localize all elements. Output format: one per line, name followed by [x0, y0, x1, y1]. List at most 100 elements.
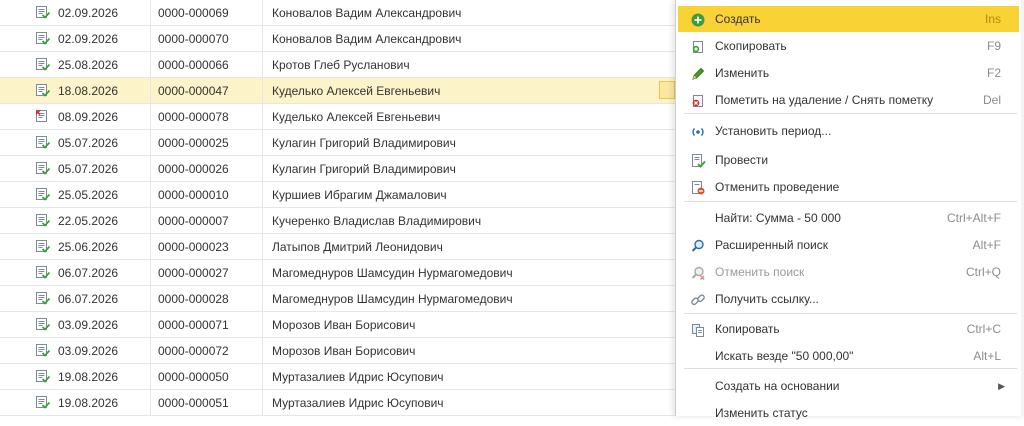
- table-row[interactable]: 06.07.2026 0000-000028 Магомеднуров Шамсуд…: [0, 286, 680, 312]
- documents-table: 02.09.2026 0000-000069 Коновалов Вадим Але…: [0, 0, 680, 416]
- menu-item[interactable]: Скопировать F9: [678, 33, 1019, 59]
- menu-item-shortcut: F2: [986, 66, 1001, 80]
- posted-document-icon: [36, 188, 51, 201]
- menu-item[interactable]: Провести: [678, 147, 1019, 173]
- table-row[interactable]: 03.09.2026 0000-000072 Морозов Иван Борисо…: [0, 338, 680, 364]
- menu-item-shortcut: Ctrl+Q: [965, 265, 1001, 279]
- menu-item[interactable]: Создать Ins: [678, 6, 1019, 32]
- column-divider: [150, 130, 151, 155]
- date-cell: 19.08.2026: [58, 396, 119, 410]
- menu-item-label: Скопировать: [715, 39, 787, 53]
- menu-item[interactable]: Искать везде "50 000,00" Alt+L: [678, 343, 1019, 369]
- table-row[interactable]: 05.07.2026 0000-000025 Кулагин Григорий Вл…: [0, 130, 680, 156]
- table-row[interactable]: 22.05.2026 0000-000007 Кучеренко Владислав…: [0, 208, 680, 234]
- name-cell: Латыпов Дмитрий Леонидович: [272, 240, 443, 254]
- table-row[interactable]: 05.07.2026 0000-000026 Кулагин Григорий Вл…: [0, 156, 680, 182]
- table-row[interactable]: 02.09.2026 0000-000069 Коновалов Вадим Але…: [0, 0, 680, 26]
- search-icon: [690, 237, 706, 253]
- column-divider: [150, 312, 151, 337]
- table-row[interactable]: 19.08.2026 0000-000050 Муртазалиев Идрис Ю…: [0, 364, 680, 390]
- column-divider: [150, 182, 151, 207]
- submenu-arrow-icon: ▶: [998, 381, 1005, 391]
- column-divider: [150, 338, 151, 363]
- name-cell: Кулагин Григорий Владимирович: [272, 136, 456, 150]
- posted-document-icon: [36, 6, 51, 19]
- number-cell: 0000-000026: [158, 162, 229, 176]
- date-cell: 06.07.2026: [58, 292, 119, 306]
- date-cell: 06.07.2026: [58, 266, 119, 280]
- number-cell: 0000-000028: [158, 292, 229, 306]
- menu-item-shortcut: Ins: [984, 12, 1001, 26]
- table-row[interactable]: 06.07.2026 0000-000027 Магомеднуров Шамсуд…: [0, 260, 680, 286]
- posted-document-icon: [36, 162, 51, 175]
- menu-item-label: Провести: [715, 153, 769, 167]
- table-row[interactable]: 03.09.2026 0000-000071 Морозов Иван Борисо…: [0, 312, 680, 338]
- menu-item-shortcut: Ctrl+Alt+F: [946, 211, 1001, 225]
- menu-item-label: Изменить: [715, 66, 770, 80]
- name-cell: Коновалов Вадим Александрович: [272, 6, 462, 20]
- plus-circle-icon: [690, 11, 706, 27]
- copy-document-icon: [690, 38, 706, 54]
- column-divider: [262, 390, 263, 415]
- table-row[interactable]: 08.09.2026 0000-000078 Куделько Алексей Ев…: [0, 104, 680, 130]
- column-divider: [262, 52, 263, 77]
- number-cell: 0000-000023: [158, 240, 229, 254]
- menu-item[interactable]: Создать на основании ▶: [678, 373, 1019, 399]
- column-divider: [262, 26, 263, 51]
- menu-item[interactable]: Расширенный поиск Alt+F: [678, 232, 1019, 258]
- table-row[interactable]: 18.08.2026 0000-000047 Куделько Алексей Ев…: [0, 78, 680, 104]
- posted-document-icon: [36, 318, 51, 331]
- menu-item-shortcut: F9: [986, 39, 1001, 53]
- menu-separator: [684, 313, 1017, 314]
- table-row[interactable]: 25.08.2026 0000-000066 Кротов Глеб Руслано…: [0, 52, 680, 78]
- menu-item[interactable]: Пометить на удаление / Снять пометку Del: [678, 87, 1019, 113]
- number-cell: 0000-000071: [158, 318, 229, 332]
- menu-item[interactable]: Изменить статус: [678, 400, 1019, 426]
- name-cell: Муртазалиев Идрис Юсупович: [272, 370, 444, 384]
- menu-item-label: Копировать: [715, 322, 780, 336]
- menu-item[interactable]: Отменить поиск Ctrl+Q: [678, 259, 1019, 285]
- menu-separator: [684, 201, 1017, 202]
- posted-document-icon: [36, 396, 51, 409]
- name-cell: Морозов Иван Борисович: [272, 344, 416, 358]
- menu-item[interactable]: Отменить проведение: [678, 174, 1019, 200]
- mark-delete-icon: [690, 92, 706, 108]
- name-cell: Кротов Глеб Русланович: [272, 58, 410, 72]
- date-cell: 05.07.2026: [58, 136, 119, 150]
- date-cell: 02.09.2026: [58, 6, 119, 20]
- table-row[interactable]: 25.05.2026 0000-000010 Куршиев Ибрагим Джа…: [0, 182, 680, 208]
- name-cell: Кулагин Григорий Владимирович: [272, 162, 456, 176]
- menu-item-shortcut: Alt+F: [972, 238, 1001, 252]
- menu-item[interactable]: Найти: Сумма - 50 000 Ctrl+Alt+F: [678, 205, 1019, 231]
- name-cell: Куделько Алексей Евгеньевич: [272, 110, 441, 124]
- column-divider: [150, 78, 151, 103]
- column-divider: [150, 234, 151, 259]
- cell-focus-box[interactable]: [659, 81, 675, 99]
- menu-item[interactable]: Копировать Ctrl+C: [678, 316, 1019, 342]
- menu-item-shortcut: Ctrl+C: [966, 322, 1001, 336]
- date-cell: 19.08.2026: [58, 370, 119, 384]
- posted-document-icon: [36, 58, 51, 71]
- column-divider: [150, 26, 151, 51]
- posted-document-icon: [36, 292, 51, 305]
- menu-item[interactable]: Установить период...: [678, 118, 1019, 144]
- column-divider: [262, 208, 263, 233]
- name-cell: Коновалов Вадим Александрович: [272, 32, 462, 46]
- table-row[interactable]: 02.09.2026 0000-000070 Коновалов Вадим Але…: [0, 26, 680, 52]
- date-cell: 02.09.2026: [58, 32, 119, 46]
- name-cell: Магомеднуров Шамсудин Нурмагомедович: [272, 266, 513, 280]
- column-divider: [262, 364, 263, 389]
- menu-item[interactable]: Изменить F2: [678, 60, 1019, 86]
- name-cell: Куделько Алексей Евгеньевич: [272, 84, 441, 98]
- menu-item-label: Установить период...: [715, 124, 832, 138]
- menu-item[interactable]: Получить ссылку...: [678, 286, 1019, 312]
- column-divider: [150, 364, 151, 389]
- table-row[interactable]: 25.06.2026 0000-000023 Латыпов Дмитрий Лео…: [0, 234, 680, 260]
- column-divider: [262, 234, 263, 259]
- number-cell: 0000-000010: [158, 188, 229, 202]
- number-cell: 0000-000047: [158, 84, 229, 98]
- date-cell: 25.05.2026: [58, 188, 119, 202]
- name-cell: Муртазалиев Идрис Юсупович: [272, 396, 444, 410]
- column-divider: [150, 208, 151, 233]
- table-row[interactable]: 19.08.2026 0000-000051 Муртазалиев Идрис Ю…: [0, 390, 680, 416]
